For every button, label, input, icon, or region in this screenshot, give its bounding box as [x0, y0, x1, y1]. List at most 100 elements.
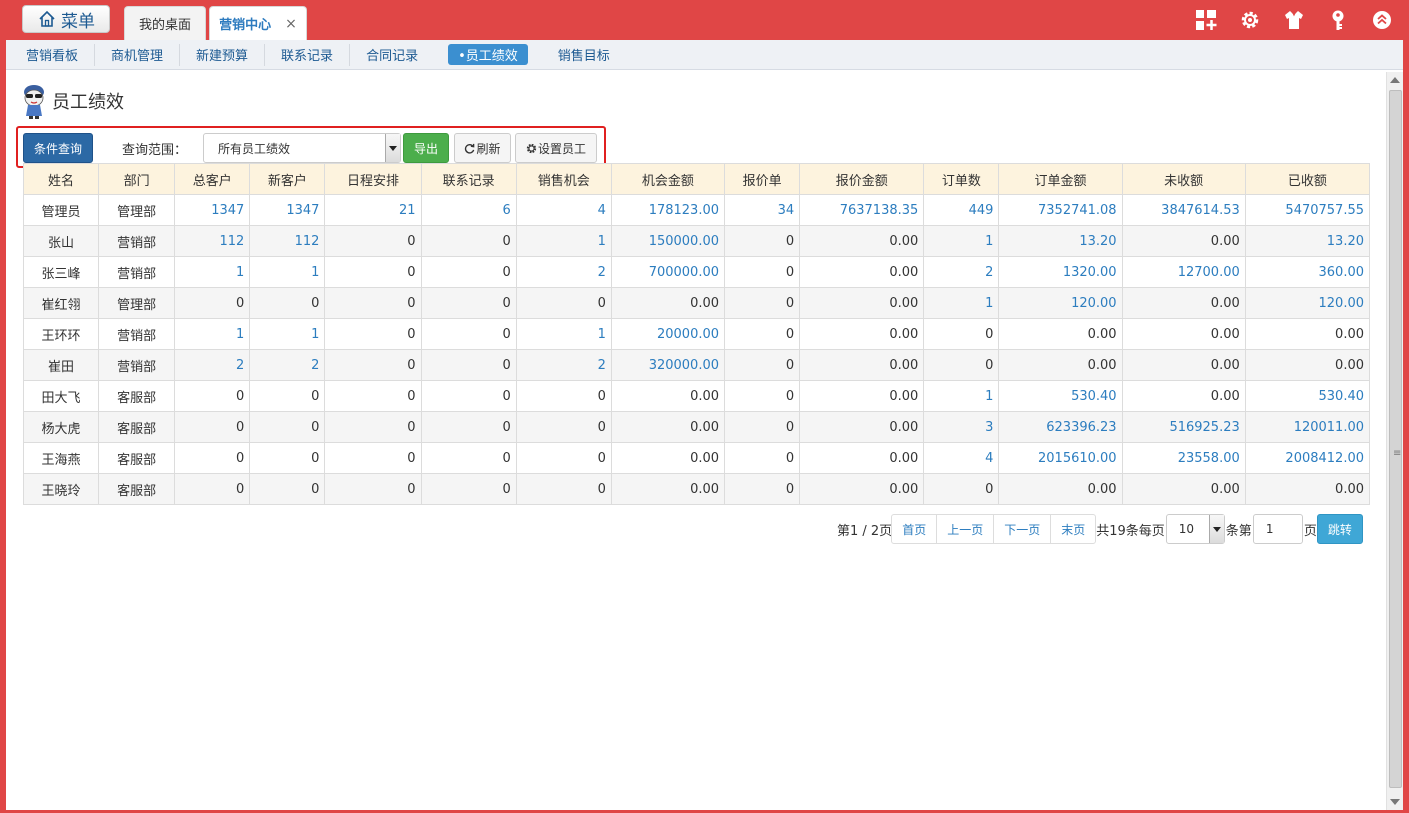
table-cell[interactable]: 1	[923, 287, 1000, 319]
col-header-opportunities[interactable]: 销售机会	[515, 163, 612, 195]
table-cell[interactable]: 120011.00	[1244, 411, 1371, 443]
table-cell[interactable]: 530.40	[1244, 380, 1371, 412]
col-header-opportunity-amount[interactable]: 机会金额	[610, 163, 726, 195]
table-cell[interactable]: 20000.00	[610, 318, 726, 350]
scope-select[interactable]: 所有员工绩效	[203, 133, 401, 163]
export-button[interactable]: 导出	[403, 133, 449, 163]
vertical-scrollbar[interactable]: ≡	[1386, 72, 1403, 810]
table-cell[interactable]: 2	[249, 349, 326, 381]
table-cell[interactable]: 120.00	[1244, 287, 1371, 319]
table-cell[interactable]: 1	[174, 318, 251, 350]
col-header-order-amount[interactable]: 订单金额	[998, 163, 1123, 195]
table-cell[interactable]: 5470757.55	[1244, 194, 1371, 226]
table-cell[interactable]: 178123.00	[610, 194, 726, 226]
table-cell[interactable]: 7352741.08	[998, 194, 1123, 226]
col-header-name[interactable]: 姓名	[22, 163, 100, 195]
table-cell[interactable]: 2	[923, 256, 1000, 288]
table-cell[interactable]: 1347	[249, 194, 326, 226]
table-cell[interactable]: 1	[515, 318, 612, 350]
table-cell[interactable]: 112	[174, 225, 251, 257]
prev-page-button[interactable]: 上一页	[936, 514, 995, 544]
table-cell[interactable]: 4	[515, 194, 612, 226]
subnav-item-contact-records[interactable]: 联系记录	[265, 43, 351, 66]
table-cell[interactable]: 2008412.00	[1244, 442, 1371, 474]
first-page-button[interactable]: 首页	[891, 514, 938, 544]
table-cell[interactable]: 700000.00	[610, 256, 726, 288]
table-cell[interactable]: 3847614.53	[1121, 194, 1246, 226]
table-cell[interactable]: 530.40	[998, 380, 1123, 412]
tab-marketing-center[interactable]: 营销中心 ×	[209, 6, 307, 40]
table-cell[interactable]: 1	[923, 380, 1000, 412]
table-cell[interactable]: 623396.23	[998, 411, 1123, 443]
table-cell[interactable]: 150000.00	[610, 225, 726, 257]
table-cell[interactable]: 112	[249, 225, 326, 257]
subnav-item-employee-performance[interactable]: •员工绩效	[448, 44, 528, 65]
table-cell[interactable]: 1	[249, 318, 326, 350]
scroll-up-icon[interactable]	[1390, 77, 1400, 83]
collapse-up-icon[interactable]	[1370, 8, 1393, 31]
table-row: 田大飞 客服部 0 0 0 0 0 0.00 0 0.00 1 530.40 0.00 530.40	[22, 380, 1371, 412]
col-header-schedule[interactable]: 日程安排	[324, 163, 422, 195]
table-cell[interactable]: 34	[724, 194, 801, 226]
refresh-button[interactable]: 刷新	[454, 133, 511, 163]
scroll-down-icon[interactable]	[1390, 799, 1400, 805]
col-header-received[interactable]: 已收额	[1244, 163, 1371, 195]
page-size-select[interactable]: 10	[1165, 514, 1225, 544]
table-cell[interactable]: 13.20	[998, 225, 1123, 257]
table-cell[interactable]: 516925.23	[1121, 411, 1246, 443]
table-cell[interactable]: 320000.00	[610, 349, 726, 381]
subnav-item-contract-records[interactable]: 合同记录	[350, 44, 434, 66]
table-cell[interactable]: 120.00	[998, 287, 1123, 319]
subnav-item-budget[interactable]: 新建预算	[180, 43, 266, 66]
col-header-total-customers[interactable]: 总客户	[174, 163, 251, 195]
menu-button[interactable]: 菜单	[22, 5, 110, 33]
table-cell[interactable]: 21	[324, 194, 422, 226]
table-cell[interactable]: 6	[420, 194, 517, 226]
chevron-down-icon[interactable]	[385, 134, 400, 162]
table-cell[interactable]: 13.20	[1244, 225, 1371, 257]
subnav-item-marketing-board[interactable]: 营销看板	[6, 43, 96, 66]
condition-query-button[interactable]: 条件查询	[23, 133, 93, 163]
grid-plus-icon[interactable]	[1194, 8, 1217, 31]
table-cell[interactable]: 2015610.00	[998, 442, 1123, 474]
table-cell[interactable]: 2	[515, 349, 612, 381]
table-cell[interactable]: 1	[515, 225, 612, 257]
table-cell[interactable]: 3	[923, 411, 1000, 443]
col-header-new-customers[interactable]: 新客户	[249, 163, 326, 195]
table-cell[interactable]: 1320.00	[998, 256, 1123, 288]
next-page-button[interactable]: 下一页	[993, 514, 1052, 544]
table-cell[interactable]: 23558.00	[1121, 442, 1246, 474]
table-cell[interactable]: 1	[923, 225, 1000, 257]
table-cell[interactable]: 1	[174, 256, 251, 288]
col-header-quotes[interactable]: 报价单	[724, 163, 801, 195]
table-cell: 0	[174, 442, 251, 474]
jump-button[interactable]: 跳转	[1316, 514, 1363, 544]
shirt-icon[interactable]	[1282, 8, 1305, 31]
tab-my-desktop[interactable]: 我的桌面	[124, 6, 206, 40]
table-cell[interactable]: 2	[515, 256, 612, 288]
table-cell: 0.00	[610, 411, 726, 443]
table-cell[interactable]: 360.00	[1244, 256, 1371, 288]
table-cell[interactable]: 7637138.35	[799, 194, 925, 226]
table-cell[interactable]: 1347	[174, 194, 251, 226]
col-header-orders[interactable]: 订单数	[923, 163, 1000, 195]
chevron-down-icon[interactable]	[1208, 515, 1224, 543]
table-cell[interactable]: 12700.00	[1121, 256, 1246, 288]
subnav-item-sales-target[interactable]: 销售目标	[542, 44, 626, 66]
scrollbar-thumb[interactable]: ≡	[1389, 90, 1402, 788]
last-page-button[interactable]: 末页	[1050, 514, 1097, 544]
col-header-quote-amount[interactable]: 报价金额	[799, 163, 925, 195]
subnav-item-opportunity[interactable]: 商机管理	[95, 43, 181, 66]
close-icon[interactable]: ×	[285, 16, 297, 32]
col-header-contact-records[interactable]: 联系记录	[420, 163, 517, 195]
key-icon[interactable]	[1326, 8, 1349, 31]
goto-page-input[interactable]	[1252, 514, 1303, 544]
table-cell[interactable]: 1	[249, 256, 326, 288]
set-employee-button[interactable]: 设置员工	[515, 133, 597, 163]
table-cell[interactable]: 2	[174, 349, 251, 381]
table-cell[interactable]: 4	[923, 442, 1000, 474]
col-header-unreceived[interactable]: 未收额	[1121, 163, 1246, 195]
gear-icon[interactable]	[1238, 8, 1261, 31]
col-header-dept[interactable]: 部门	[98, 163, 176, 195]
table-cell[interactable]: 449	[923, 194, 1000, 226]
